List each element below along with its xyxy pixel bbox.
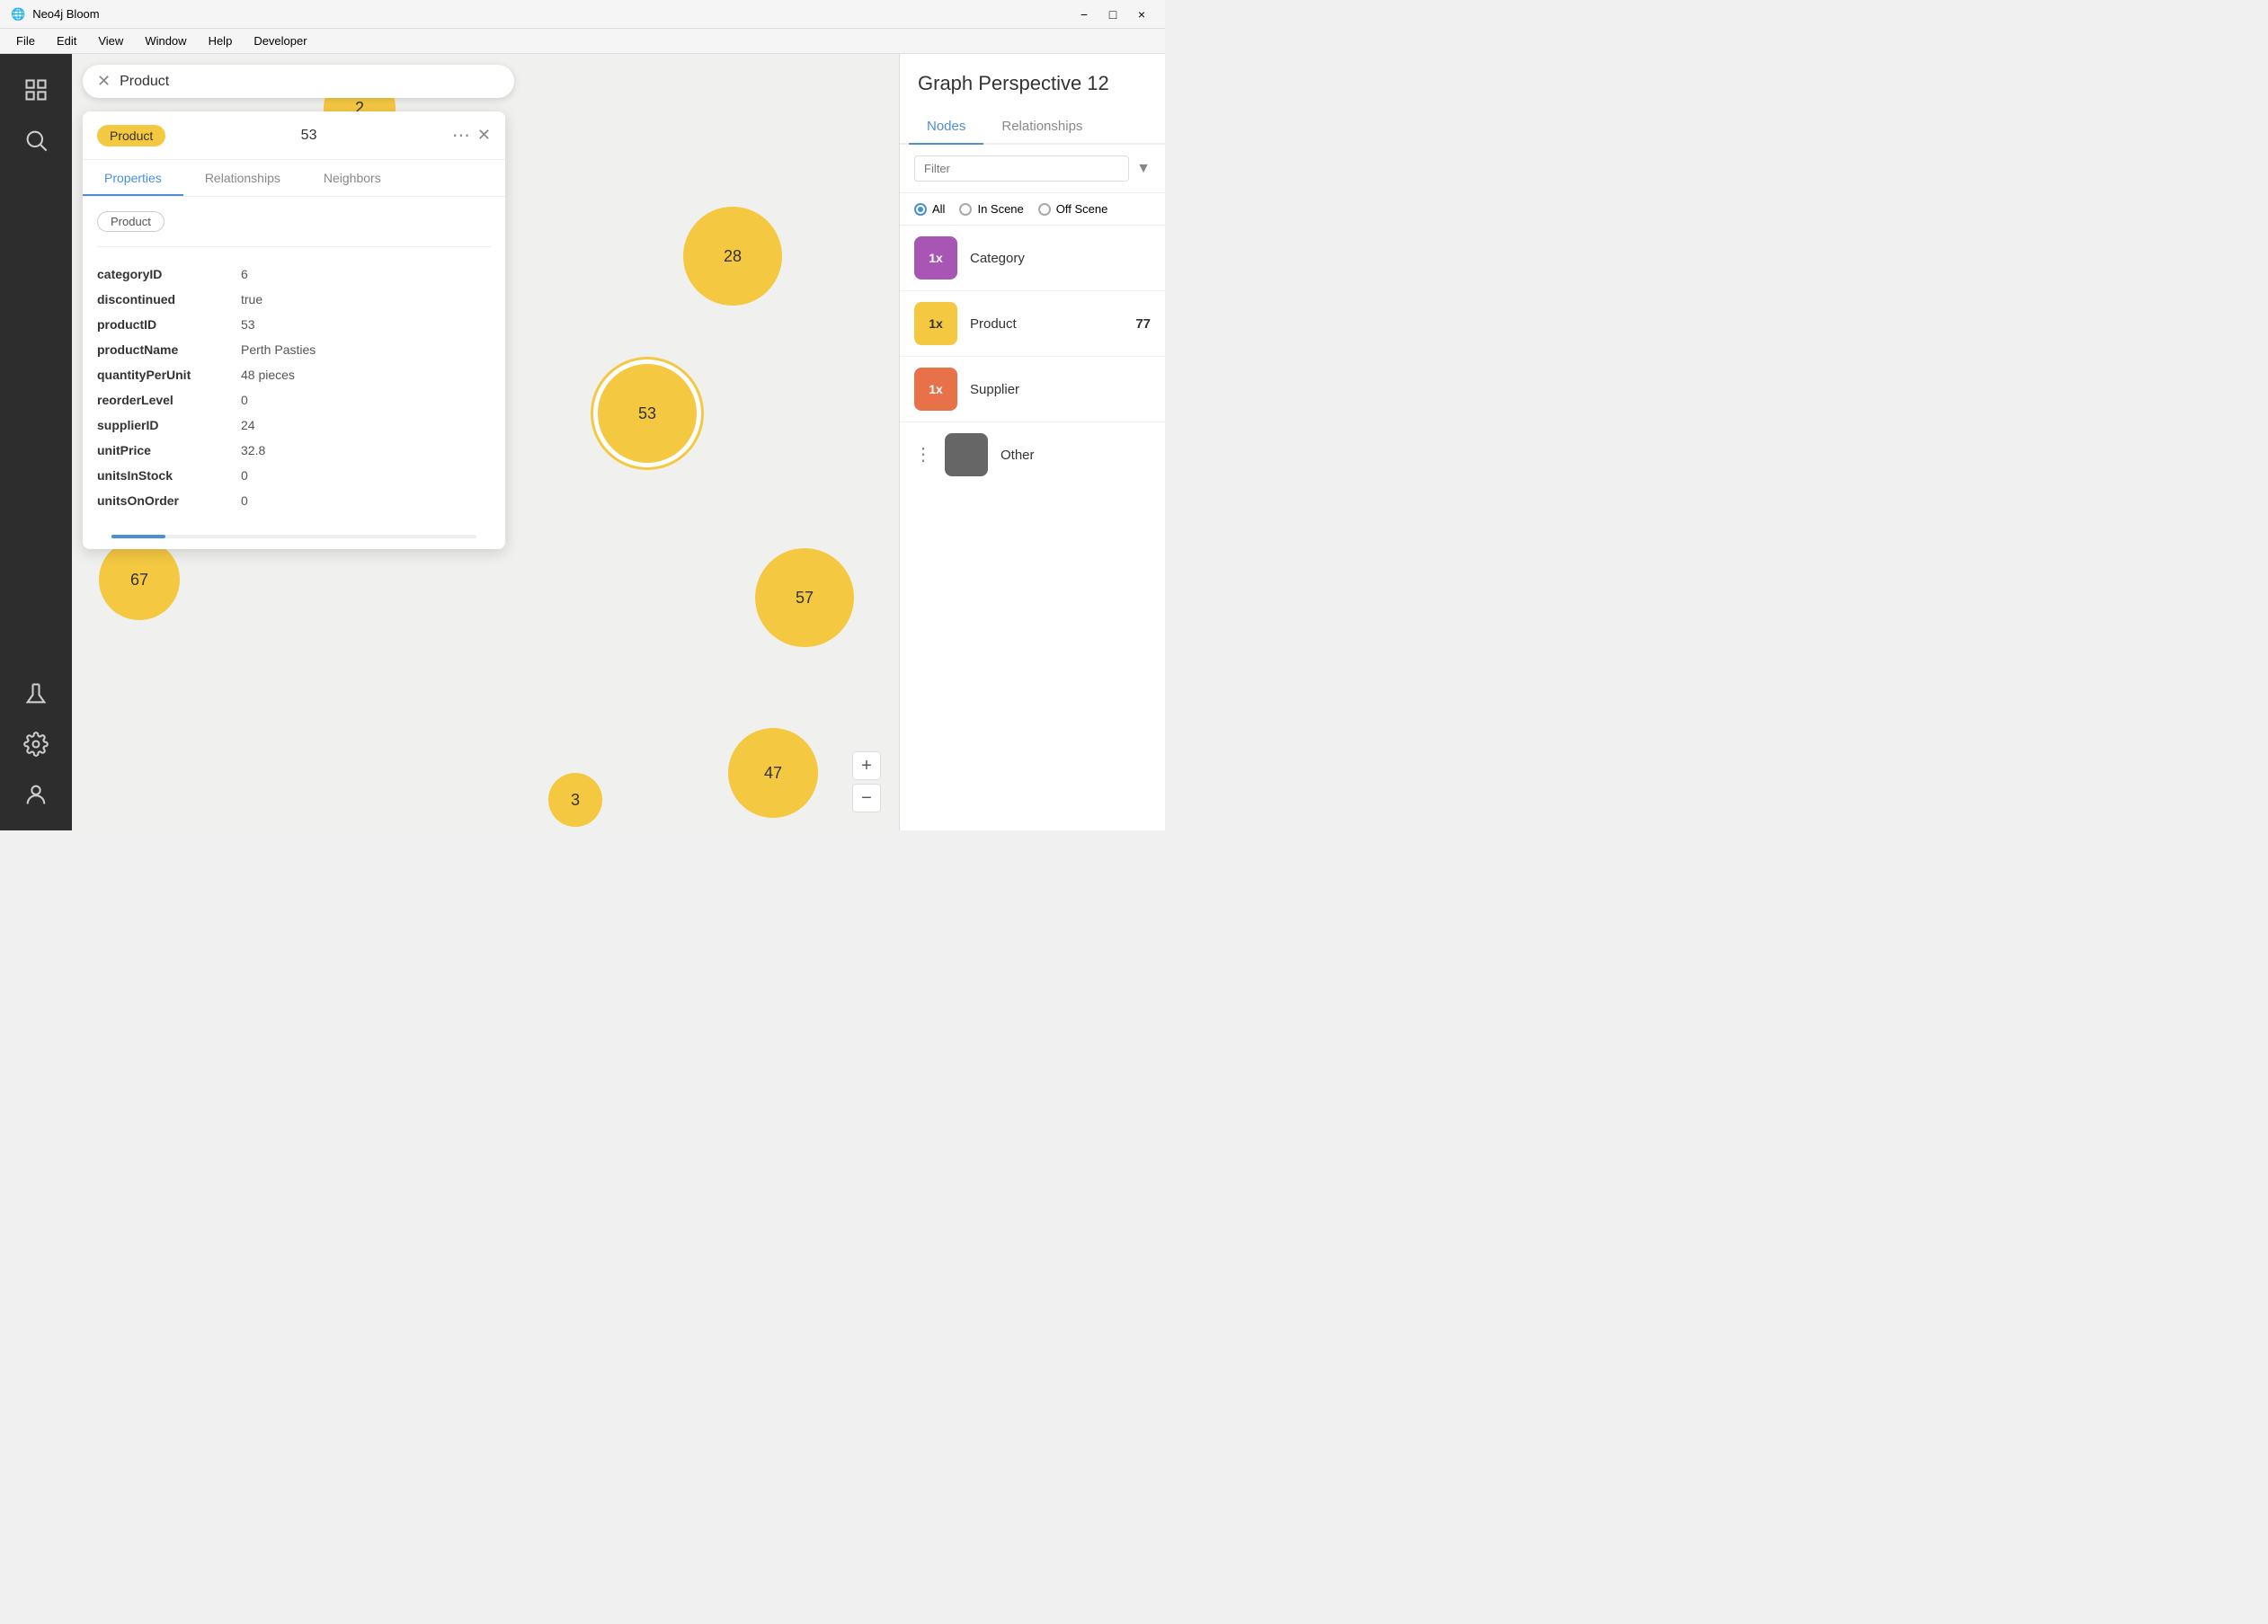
prop-unitsInStock: unitsInStock 0: [97, 463, 491, 488]
radio-all-dot: [914, 203, 927, 216]
minimize-button[interactable]: −: [1072, 4, 1097, 24]
prop-quantityPerUnit: quantityPerUnit 48 pieces: [97, 362, 491, 387]
graph-node-57[interactable]: 57: [755, 548, 854, 647]
window-controls: − □ ×: [1072, 4, 1154, 24]
graph-node-67[interactable]: 67: [99, 539, 180, 620]
tab-neighbors[interactable]: Neighbors: [302, 160, 403, 196]
zoom-in-button[interactable]: +: [852, 751, 881, 780]
zoom-controls: + −: [852, 751, 881, 812]
prop-productID: productID 53: [97, 312, 491, 337]
menu-window[interactable]: Window: [136, 32, 195, 49]
right-panel: Graph Perspective 12 Nodes Relationships…: [899, 54, 1165, 830]
menu-view[interactable]: View: [89, 32, 132, 49]
search-bar: ✕ Product: [83, 65, 514, 98]
sidebar-icon-settings[interactable]: [14, 723, 58, 766]
filter-input[interactable]: [914, 155, 1129, 182]
node-type-supplier[interactable]: 1x Supplier: [900, 357, 1165, 422]
titlebar: 🌐 Neo4j Bloom − □ ×: [0, 0, 1165, 29]
radio-group: All In Scene Off Scene: [900, 193, 1165, 226]
search-value: Product: [120, 74, 169, 90]
right-tab-relationships[interactable]: Relationships: [983, 110, 1100, 143]
tab-properties[interactable]: Properties: [83, 160, 183, 196]
sidebar-icon-share[interactable]: [14, 773, 58, 816]
product-badge-right: 1x: [914, 302, 957, 345]
category-label: Category: [970, 251, 1151, 266]
filter-icon: ▼: [1136, 161, 1151, 177]
menu-edit[interactable]: Edit: [48, 32, 85, 49]
app-title: Neo4j Bloom: [32, 7, 99, 21]
radio-all[interactable]: All: [914, 202, 945, 216]
tab-relationships[interactable]: Relationships: [183, 160, 302, 196]
detail-close-button[interactable]: ✕: [477, 126, 491, 145]
menu-help[interactable]: Help: [200, 32, 242, 49]
scroll-thumb: [111, 535, 165, 538]
sidebar-icon-experiment[interactable]: [14, 672, 58, 715]
menubar: File Edit View Window Help Developer: [0, 29, 1165, 54]
other-dots-icon: ⋮: [914, 446, 932, 464]
prop-productName: productName Perth Pasties: [97, 337, 491, 362]
maximize-button[interactable]: □: [1100, 4, 1125, 24]
more-options-icon[interactable]: ⋯: [452, 124, 470, 146]
node-type-other[interactable]: ⋮ Other: [900, 422, 1165, 487]
radio-off-scene[interactable]: Off Scene: [1038, 202, 1108, 216]
prop-reorderLevel: reorderLevel 0: [97, 387, 491, 413]
graph-node-47[interactable]: 47: [728, 728, 818, 818]
category-badge: 1x: [914, 236, 957, 280]
app-icon: 🌐: [11, 7, 25, 22]
close-button[interactable]: ×: [1129, 4, 1154, 24]
detail-header: Product 53 ⋯ ✕: [83, 111, 505, 160]
graph-node-53[interactable]: 53: [593, 359, 701, 467]
search-close-button[interactable]: ✕: [97, 72, 111, 91]
other-label: Other: [1001, 448, 1151, 463]
supplier-badge: 1x: [914, 368, 957, 411]
node-type-category[interactable]: 1x Category: [900, 226, 1165, 291]
prop-unitsOnOrder: unitsOnOrder 0: [97, 488, 491, 513]
detail-actions: ⋯ ✕: [452, 124, 491, 146]
product-label: Product: [970, 316, 1123, 332]
supplier-label: Supplier: [970, 382, 1151, 397]
graph-node-3[interactable]: 3: [548, 773, 602, 827]
filter-row: ▼: [900, 145, 1165, 193]
sidebar: [0, 54, 72, 830]
detail-tabs: Properties Relationships Neighbors: [83, 160, 505, 197]
radio-off-scene-dot: [1038, 203, 1051, 216]
graph-canvas: ✕ Product 2 28 53 67 57 47 3 Product: [72, 54, 899, 830]
product-badge: Product: [97, 125, 165, 146]
sidebar-icon-scene[interactable]: [14, 68, 58, 111]
radio-in-scene-label: In Scene: [977, 202, 1023, 216]
menu-file[interactable]: File: [7, 32, 44, 49]
menu-developer[interactable]: Developer: [245, 32, 316, 49]
radio-all-label: All: [932, 202, 945, 216]
radio-off-scene-label: Off Scene: [1056, 202, 1108, 216]
radio-in-scene[interactable]: In Scene: [959, 202, 1023, 216]
main-container: ✕ Product 2 28 53 67 57 47 3 Product: [0, 54, 1165, 830]
radio-in-scene-dot: [959, 203, 972, 216]
graph-node-28[interactable]: 28: [683, 207, 782, 306]
right-panel-title: Graph Perspective 12: [900, 54, 1165, 110]
node-type-product[interactable]: 1x Product 77: [900, 291, 1165, 357]
detail-panel: Product 53 ⋯ ✕ Properties Relationships …: [83, 111, 505, 549]
prop-unitPrice: unitPrice 32.8: [97, 438, 491, 463]
other-badge: [945, 433, 988, 476]
right-tab-nodes[interactable]: Nodes: [909, 110, 983, 143]
prop-categoryID: categoryID 6: [97, 262, 491, 287]
node-type-tag: Product: [97, 211, 165, 232]
app-title-area: 🌐 Neo4j Bloom: [11, 7, 100, 22]
sidebar-icon-search[interactable]: [14, 119, 58, 162]
detail-node-id: 53: [176, 128, 441, 144]
prop-discontinued: discontinued true: [97, 287, 491, 312]
prop-divider: [97, 246, 491, 247]
scroll-indicator: [111, 535, 476, 538]
zoom-out-button[interactable]: −: [852, 784, 881, 812]
product-count: 77: [1135, 316, 1151, 332]
detail-body: Product categoryID 6 discontinued true p…: [83, 197, 505, 528]
prop-supplierID: supplierID 24: [97, 413, 491, 438]
right-tabs: Nodes Relationships: [900, 110, 1165, 145]
